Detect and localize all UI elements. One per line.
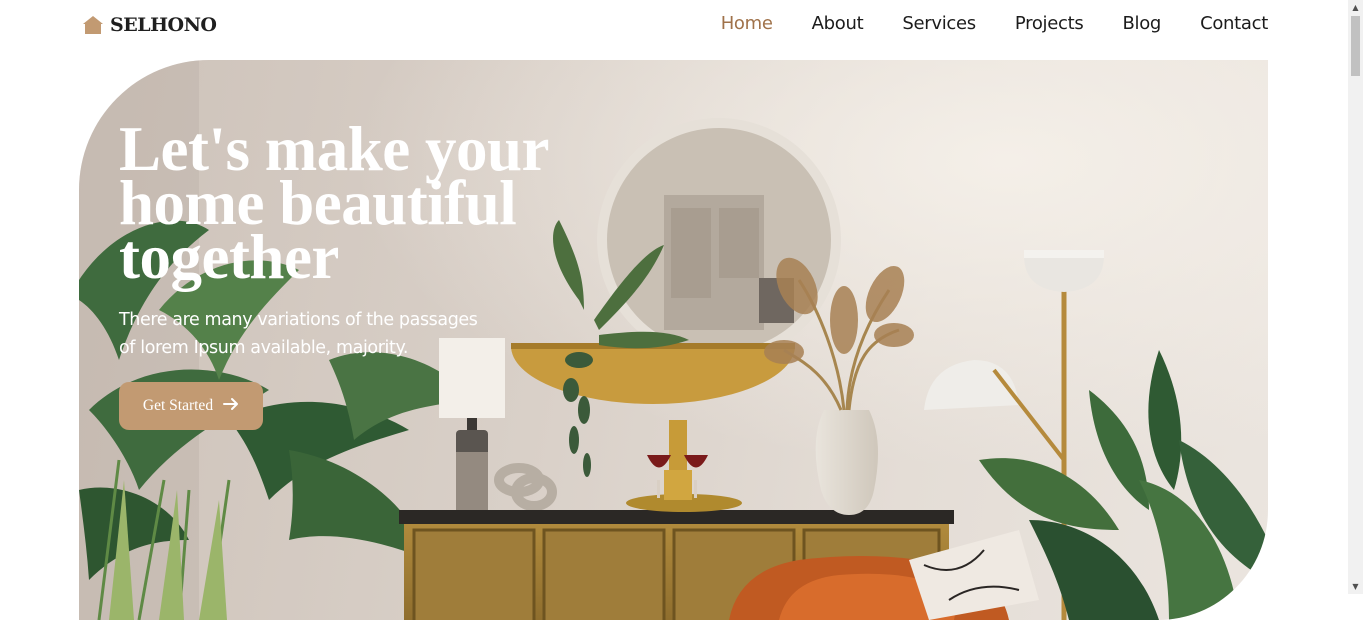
scroll-thumb[interactable] (1351, 16, 1360, 76)
nav-home[interactable]: Home (721, 13, 773, 34)
scroll-up-arrow-icon[interactable]: ▲ (1348, 0, 1363, 15)
site-header: SELHONO Home About Services Projects Blo… (0, 0, 1348, 50)
main-nav: Home About Services Projects Blog Contac… (721, 13, 1269, 34)
get-started-label: Get Started (142, 397, 214, 414)
arrow-right-icon (223, 397, 239, 416)
hero-banner: Let's make your home beautiful together … (79, 60, 1268, 620)
nav-blog[interactable]: Blog (1122, 13, 1161, 34)
nav-contact[interactable]: Contact (1200, 13, 1268, 34)
get-started-button[interactable]: Get Started (119, 382, 263, 430)
page-scrollbar[interactable]: ▲ ▼ (1348, 0, 1363, 594)
hero-title: Let's make your home beautiful together (119, 114, 548, 292)
scroll-down-arrow-icon[interactable]: ▼ (1348, 579, 1363, 594)
hero-text: Let's make your home beautiful together … (119, 114, 589, 362)
house-icon (82, 15, 104, 35)
nav-projects[interactable]: Projects (1015, 13, 1084, 34)
nav-about[interactable]: About (812, 13, 864, 34)
hero-subtitle: There are many variations of the passage… (119, 310, 478, 358)
brand-logo[interactable]: SELHONO (82, 14, 217, 36)
brand-name: SELHONO (110, 14, 217, 36)
nav-services[interactable]: Services (902, 13, 976, 34)
